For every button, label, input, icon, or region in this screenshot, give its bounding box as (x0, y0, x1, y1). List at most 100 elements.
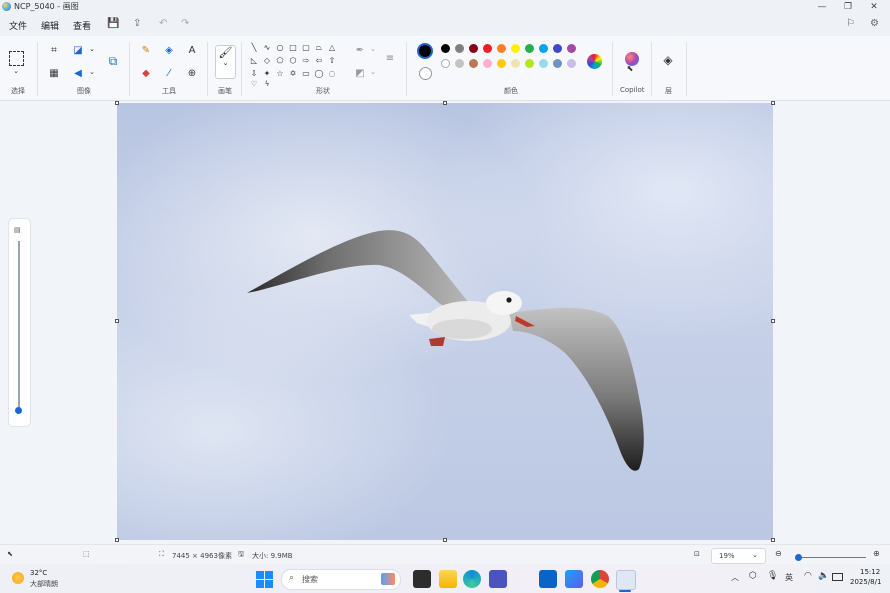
magnifier-icon[interactable]: ⊕ (185, 68, 199, 79)
resize-handle-left[interactable] (115, 319, 119, 323)
primary-color-swatch[interactable] (417, 43, 433, 59)
rectangle-shape-icon[interactable]: □ (287, 43, 299, 52)
fill-bucket-icon[interactable]: ◈ (162, 45, 176, 56)
four-point-star-shape-icon[interactable]: ✦ (261, 69, 273, 78)
paint-taskbar-icon[interactable] (616, 570, 636, 590)
palette-color-swatch[interactable] (553, 59, 562, 68)
layers-icon[interactable]: ◈ (661, 53, 675, 67)
diamond-shape-icon[interactable]: ◇ (261, 56, 273, 65)
store-icon[interactable] (565, 570, 583, 588)
start-button[interactable] (256, 571, 273, 588)
zoom-slider-track[interactable] (802, 557, 866, 558)
palette-color-swatch[interactable] (511, 44, 520, 53)
pentagon-shape-icon[interactable]: ⬠ (274, 56, 286, 65)
resize-handle-top-left[interactable] (115, 101, 119, 105)
text-icon[interactable]: A (185, 45, 199, 56)
outline-dropdown-icon[interactable]: ⌄ (366, 45, 380, 53)
five-point-star-shape-icon[interactable]: ☆ (274, 69, 286, 78)
resize-handle-top-right[interactable] (771, 101, 775, 105)
select-dropdown-chevron-icon[interactable]: ⌄ (9, 67, 23, 75)
triangle-shape-icon[interactable]: △ (326, 43, 338, 52)
undo-icon[interactable]: ↶ (159, 18, 167, 29)
palette-color-swatch[interactable] (567, 59, 576, 68)
secondary-color-swatch[interactable] (419, 67, 432, 80)
zoom-select[interactable]: 19% ⌄ (711, 548, 766, 564)
brush-size-slider[interactable]: ▤ (8, 218, 31, 427)
palette-color-swatch[interactable] (567, 44, 576, 53)
six-point-star-shape-icon[interactable]: ✡ (287, 69, 299, 78)
teams-icon[interactable] (489, 570, 507, 588)
weather-sun-icon[interactable] (12, 572, 24, 584)
volume-icon[interactable]: 🔈 (818, 571, 829, 581)
outlook-icon[interactable] (539, 570, 557, 588)
redo-icon[interactable]: ↷ (181, 18, 189, 29)
fill-icon[interactable]: ◩ (353, 68, 367, 79)
lightning-shape-icon[interactable]: ϟ (261, 80, 273, 88)
maximize-button[interactable]: ❐ (836, 0, 860, 14)
weather-temp[interactable]: 32°C (30, 569, 47, 577)
rounded-rectangle-shape-icon[interactable]: ▢ (300, 43, 312, 52)
feedback-icon[interactable]: ⚐ (846, 18, 855, 29)
palette-color-swatch[interactable] (525, 59, 534, 68)
heart-shape-icon[interactable]: ♡ (248, 80, 260, 88)
palette-color-swatch[interactable] (469, 59, 478, 68)
image-select-icon[interactable]: ▦ (47, 68, 61, 79)
fill-dropdown-icon[interactable]: ⌄ (366, 68, 380, 76)
resize-handle-bottom-right[interactable] (771, 538, 775, 542)
resize-handle-right[interactable] (771, 319, 775, 323)
up-arrow-shape-icon[interactable]: ⇧ (326, 56, 338, 65)
cloud-callout-shape-icon[interactable]: ◌ (326, 69, 338, 78)
rotate-icon[interactable]: ◀ (71, 68, 85, 79)
brush-button[interactable]: 🖌 ⌄ (215, 45, 236, 79)
down-arrow-shape-icon[interactable]: ⇩ (248, 69, 260, 78)
clock-date[interactable]: 2025/8/1 (850, 578, 881, 586)
line-shape-icon[interactable]: ╲ (248, 43, 260, 52)
right-arrow-shape-icon[interactable]: ⇨ (300, 56, 312, 65)
palette-color-swatch[interactable] (455, 59, 464, 68)
slider-thumb[interactable] (15, 407, 22, 414)
chrome-icon[interactable] (591, 570, 609, 588)
oval-callout-shape-icon[interactable]: ◯ (313, 69, 325, 78)
zoom-slider-thumb[interactable] (795, 554, 802, 561)
palette-color-swatch[interactable] (525, 44, 534, 53)
palette-color-swatch[interactable] (539, 59, 548, 68)
battery-icon[interactable] (832, 573, 843, 581)
pencil-icon[interactable]: ✎ (139, 45, 153, 56)
select-rectangle-icon[interactable] (9, 51, 24, 66)
menu-file[interactable]: 文件 (9, 19, 27, 32)
resize-handle-bottom-left[interactable] (115, 538, 119, 542)
minimize-button[interactable]: — (810, 0, 834, 14)
wifi-icon[interactable]: ◠ (804, 571, 812, 581)
fit-to-window-icon[interactable]: ⊡ (694, 550, 700, 558)
microphone-icon[interactable]: 🎙 (767, 571, 778, 581)
clock-time[interactable]: 15:12 (860, 568, 880, 576)
share-icon[interactable]: ⇪ (133, 18, 141, 29)
ime-language[interactable]: 英 (785, 572, 793, 583)
hexagon-shape-icon[interactable]: ⬡ (287, 56, 299, 65)
save-icon[interactable]: 💾 (107, 18, 119, 29)
remove-background-icon[interactable]: ⧉ (106, 54, 120, 69)
oval-shape-icon[interactable]: ○ (274, 43, 286, 52)
widgets-icon[interactable] (413, 570, 431, 588)
copilot-tray-icon[interactable]: ⬡ (749, 571, 757, 581)
menu-edit[interactable]: 编辑 (41, 19, 59, 32)
palette-color-swatch[interactable] (553, 44, 562, 53)
palette-color-swatch[interactable] (483, 59, 492, 68)
rectangle-callout-shape-icon[interactable]: ▭ (300, 69, 312, 78)
palette-color-swatch[interactable] (511, 59, 520, 68)
eraser-icon[interactable]: ◆ (139, 68, 153, 79)
palette-color-swatch[interactable] (539, 44, 548, 53)
curve-shape-icon[interactable]: ∿ (261, 43, 273, 52)
line-size-icon[interactable]: ≡ (383, 53, 397, 64)
resize-icon[interactable]: ◪ (71, 45, 85, 56)
drawing-canvas[interactable] (117, 103, 773, 540)
edge-icon[interactable] (463, 570, 481, 588)
zoom-out-icon[interactable]: ⊖ (775, 549, 782, 558)
outline-icon[interactable]: ✒ (353, 45, 367, 56)
left-arrow-shape-icon[interactable]: ⇦ (313, 56, 325, 65)
crop-icon[interactable]: ⌗ (47, 45, 61, 56)
palette-color-swatch[interactable] (441, 44, 450, 53)
palette-color-swatch[interactable] (469, 44, 478, 53)
resize-handle-top[interactable] (443, 101, 447, 105)
resize-handle-bottom[interactable] (443, 538, 447, 542)
